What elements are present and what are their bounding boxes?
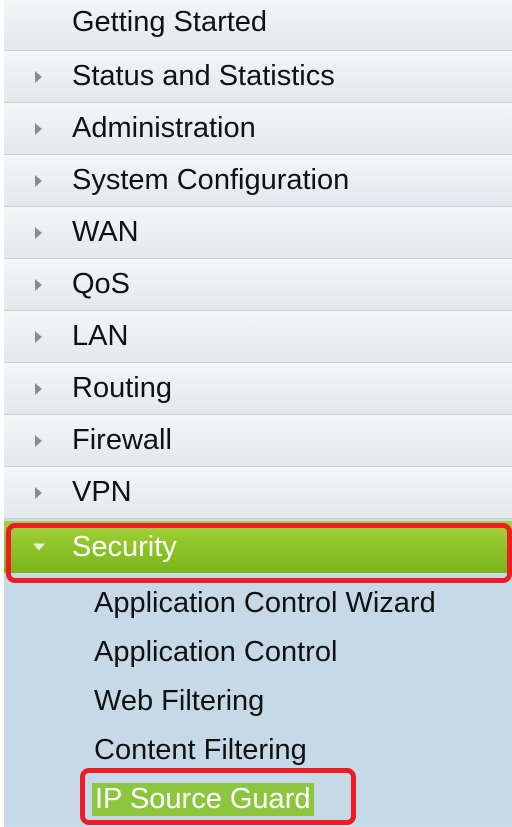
- nav-item-label: Administration: [72, 112, 256, 144]
- submenu-item-label: IP Source Guard: [92, 783, 315, 816]
- nav-item-system-configuration[interactable]: System Configuration: [4, 155, 512, 207]
- triangle-right-icon: [35, 434, 42, 447]
- nav-item-lan[interactable]: LAN: [4, 311, 512, 363]
- nav-item-status-and-statistics[interactable]: Status and Statistics: [4, 51, 512, 103]
- nav-item-label: LAN: [72, 320, 129, 352]
- nav-item-administration[interactable]: Administration: [4, 103, 512, 155]
- nav-item-label: System Configuration: [72, 164, 350, 196]
- navigation-menu: Getting Started Status and Statistics Ad…: [4, 0, 512, 827]
- triangle-down-icon: [33, 543, 45, 551]
- nav-item-label: VPN: [72, 476, 132, 508]
- security-submenu: Application Control Wizard Application C…: [4, 573, 512, 824]
- triangle-right-icon: [35, 382, 42, 395]
- nav-item-routing[interactable]: Routing: [4, 363, 512, 415]
- nav-item-getting-started[interactable]: Getting Started: [4, 0, 512, 51]
- nav-item-wan[interactable]: WAN: [4, 207, 512, 259]
- nav-item-label: WAN: [72, 216, 139, 248]
- nav-item-label: Security: [72, 530, 177, 563]
- submenu-item-label: Application Control Wizard: [94, 587, 436, 619]
- nav-item-label: Firewall: [72, 424, 172, 456]
- triangle-right-icon: [35, 174, 42, 187]
- nav-item-label: Status and Statistics: [72, 60, 335, 92]
- submenu-item-label: Web Filtering: [94, 685, 265, 717]
- nav-item-security[interactable]: Security: [4, 521, 512, 573]
- triangle-right-icon: [35, 330, 42, 343]
- submenu-item-application-control[interactable]: Application Control: [4, 628, 512, 677]
- nav-item-firewall[interactable]: Firewall: [4, 415, 512, 467]
- triangle-right-icon: [35, 70, 42, 83]
- nav-item-label: Getting Started: [72, 6, 268, 38]
- triangle-right-icon: [35, 486, 42, 499]
- nav-item-vpn[interactable]: VPN: [4, 467, 512, 519]
- submenu-item-label: Application Control: [94, 636, 338, 668]
- triangle-right-icon: [35, 278, 42, 291]
- submenu-item-application-control-wizard[interactable]: Application Control Wizard: [4, 579, 512, 628]
- triangle-right-icon: [35, 122, 42, 135]
- submenu-item-label: Content Filtering: [94, 734, 307, 766]
- submenu-item-web-filtering[interactable]: Web Filtering: [4, 677, 512, 726]
- submenu-item-ip-source-guard[interactable]: IP Source Guard: [4, 775, 512, 824]
- submenu-item-content-filtering[interactable]: Content Filtering: [4, 726, 512, 775]
- nav-item-qos[interactable]: QoS: [4, 259, 512, 311]
- nav-item-label: QoS: [72, 268, 131, 300]
- nav-item-label: Routing: [72, 372, 172, 404]
- triangle-right-icon: [35, 226, 42, 239]
